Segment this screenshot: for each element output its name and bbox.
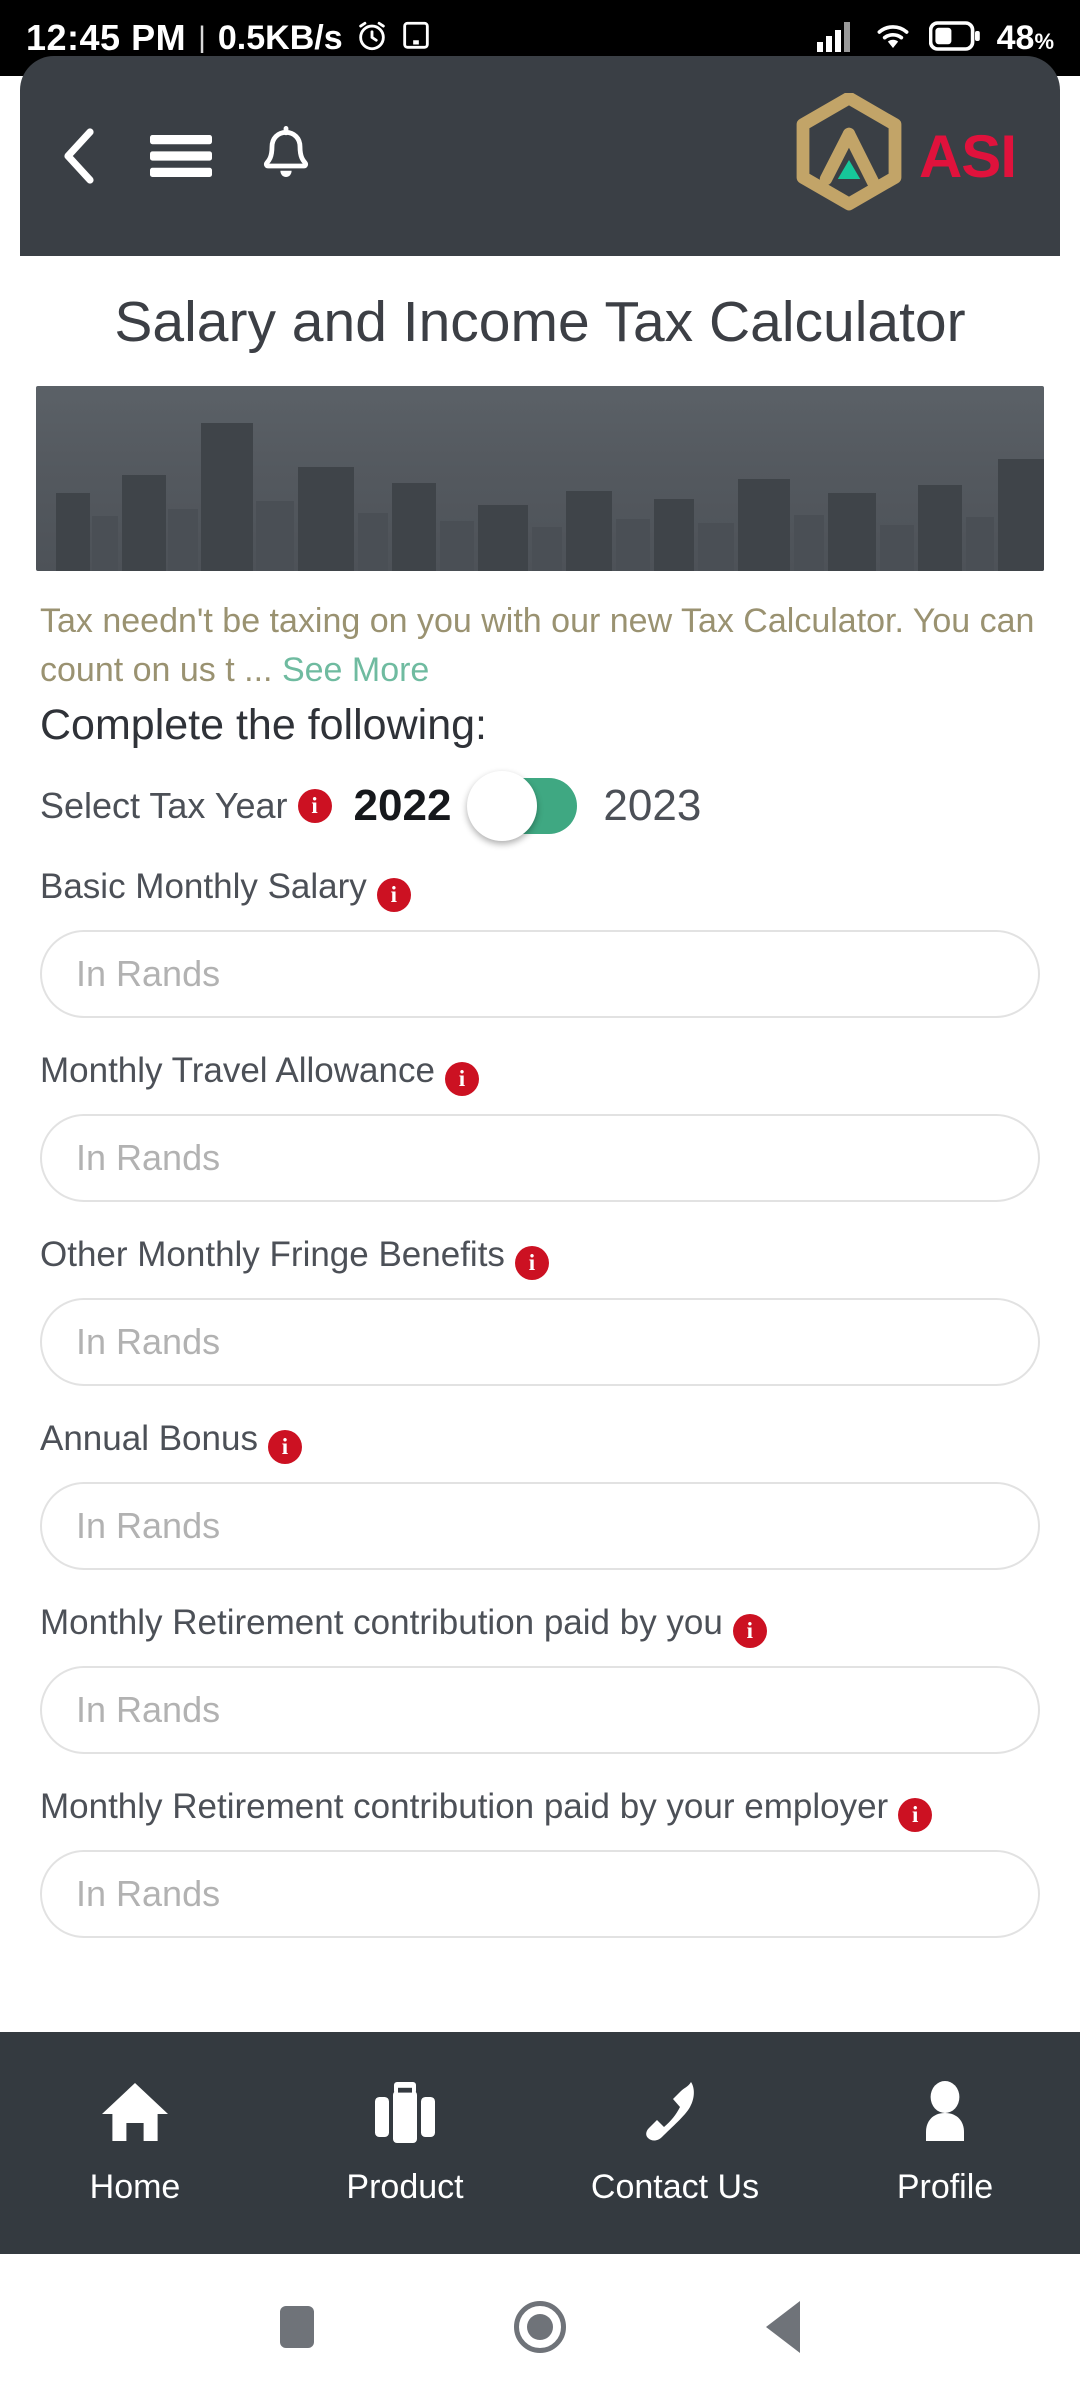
description-body: Tax needn't be taxing on you with our ne…	[40, 601, 1035, 689]
battery-percent: 48%	[996, 18, 1054, 57]
page-title: Salary and Income Tax Calculator	[114, 290, 966, 354]
info-icon[interactable]: i	[444, 1062, 479, 1097]
asi-hexagon-logo-icon	[793, 91, 905, 220]
hamburger-menu-icon[interactable]	[150, 131, 212, 181]
tax-year-label: Select Tax Year	[40, 785, 288, 827]
tax-year-selector: Select Tax Year i 2022 2023	[40, 771, 1040, 842]
field-label: Monthly Travel Allowance i	[40, 1048, 1040, 1097]
nav-item-product[interactable]: Product	[270, 2079, 540, 2207]
brand-logo: ASI	[793, 91, 1017, 220]
phone-screen: 12:45 PM | 0.5KB/s 48% ASI Salary and In…	[0, 0, 1080, 2400]
app-bar-actions	[58, 126, 312, 186]
alarm-icon	[355, 19, 389, 58]
basic-monthly-salary-input[interactable]	[40, 930, 1040, 1019]
city-skyline-banner	[36, 385, 1044, 571]
battery-icon	[928, 20, 981, 56]
nav-label: Product	[346, 2168, 464, 2206]
field-retirement-contribution-by-you: Monthly Retirement contribution paid by …	[40, 1600, 1040, 1754]
tax-year-toggle[interactable]	[467, 771, 578, 842]
info-icon[interactable]: i	[898, 1797, 933, 1832]
briefcase-icon	[370, 2079, 440, 2150]
nav-label: Profile	[896, 2168, 994, 2206]
other-monthly-fringe-benefits-input[interactable]	[40, 1298, 1040, 1386]
info-icon[interactable]: i	[514, 1246, 549, 1280]
field-basic-monthly-salary: Basic Monthly Salary i	[40, 864, 1040, 1019]
info-icon[interactable]: i	[297, 789, 332, 824]
nav-item-home[interactable]: Home	[0, 2079, 270, 2207]
info-icon[interactable]: i	[376, 878, 411, 913]
info-icon[interactable]: i	[267, 1429, 302, 1464]
field-other-monthly-fringe-benefits: Other Monthly Fringe Benefits i	[40, 1232, 1040, 1386]
monthly-travel-allowance-input[interactable]	[40, 1114, 1040, 1203]
person-icon	[912, 2079, 978, 2150]
bottom-navigation-bar: Home Product Contact Us Profile	[0, 2032, 1080, 2254]
phone-icon	[640, 2079, 710, 2150]
annual-bonus-input[interactable]	[40, 1481, 1040, 1570]
status-bar-left: 12:45 PM | 0.5KB/s	[26, 17, 431, 59]
see-more-link[interactable]: See More	[282, 651, 429, 689]
home-icon	[97, 2079, 173, 2150]
nav-label: Home	[89, 2168, 181, 2206]
field-annual-bonus: Annual Bonus i	[40, 1416, 1040, 1570]
system-navigation-bar	[0, 2254, 1080, 2400]
tax-year-option-2022[interactable]: 2022	[354, 781, 452, 831]
notification-bell-icon[interactable]	[260, 126, 312, 186]
main-content: Salary and Income Tax Calculator Tax nee…	[0, 256, 1080, 2032]
app-bar: ASI	[20, 56, 1060, 256]
nav-item-profile[interactable]: Profile	[810, 2079, 1080, 2207]
nav-item-contact-us[interactable]: Contact Us	[540, 2079, 810, 2207]
recents-square-icon[interactable]	[280, 2306, 314, 2348]
field-monthly-travel-allowance: Monthly Travel Allowance i	[40, 1048, 1040, 1203]
nav-label: Contact Us	[590, 2168, 760, 2206]
cast-icon	[401, 19, 431, 58]
wifi-icon	[873, 20, 913, 57]
status-separator: |	[198, 21, 206, 54]
status-bar-right: 48%	[816, 18, 1054, 58]
home-circle-icon[interactable]	[514, 2301, 566, 2353]
retirement-contribution-by-employer-input[interactable]	[40, 1849, 1040, 1938]
description-text: Tax needn't be taxing on you with our ne…	[40, 597, 1040, 696]
retirement-contribution-by-you-input[interactable]	[40, 1665, 1040, 1754]
info-icon[interactable]: i	[732, 1613, 767, 1648]
cellular-signal-icon	[816, 20, 857, 57]
field-label: Other Monthly Fringe Benefits i	[40, 1232, 1040, 1280]
back-triangle-icon[interactable]	[766, 2301, 800, 2353]
toggle-knob	[467, 771, 538, 842]
field-label: Annual Bonus i	[40, 1416, 1040, 1464]
field-label: Basic Monthly Salary i	[40, 864, 1040, 913]
brand-name: ASI	[918, 122, 1017, 190]
field-label: Monthly Retirement contribution paid by …	[40, 1600, 1040, 1648]
tax-year-option-2023[interactable]: 2023	[603, 781, 701, 831]
network-speed: 0.5KB/s	[217, 18, 343, 57]
field-label: Monthly Retirement contribution paid by …	[40, 1784, 1040, 1832]
status-time: 12:45 PM	[26, 17, 187, 58]
section-heading: Complete the following:	[40, 701, 487, 750]
back-chevron-icon[interactable]	[58, 126, 102, 186]
field-retirement-contribution-by-employer: Monthly Retirement contribution paid by …	[40, 1784, 1040, 1938]
